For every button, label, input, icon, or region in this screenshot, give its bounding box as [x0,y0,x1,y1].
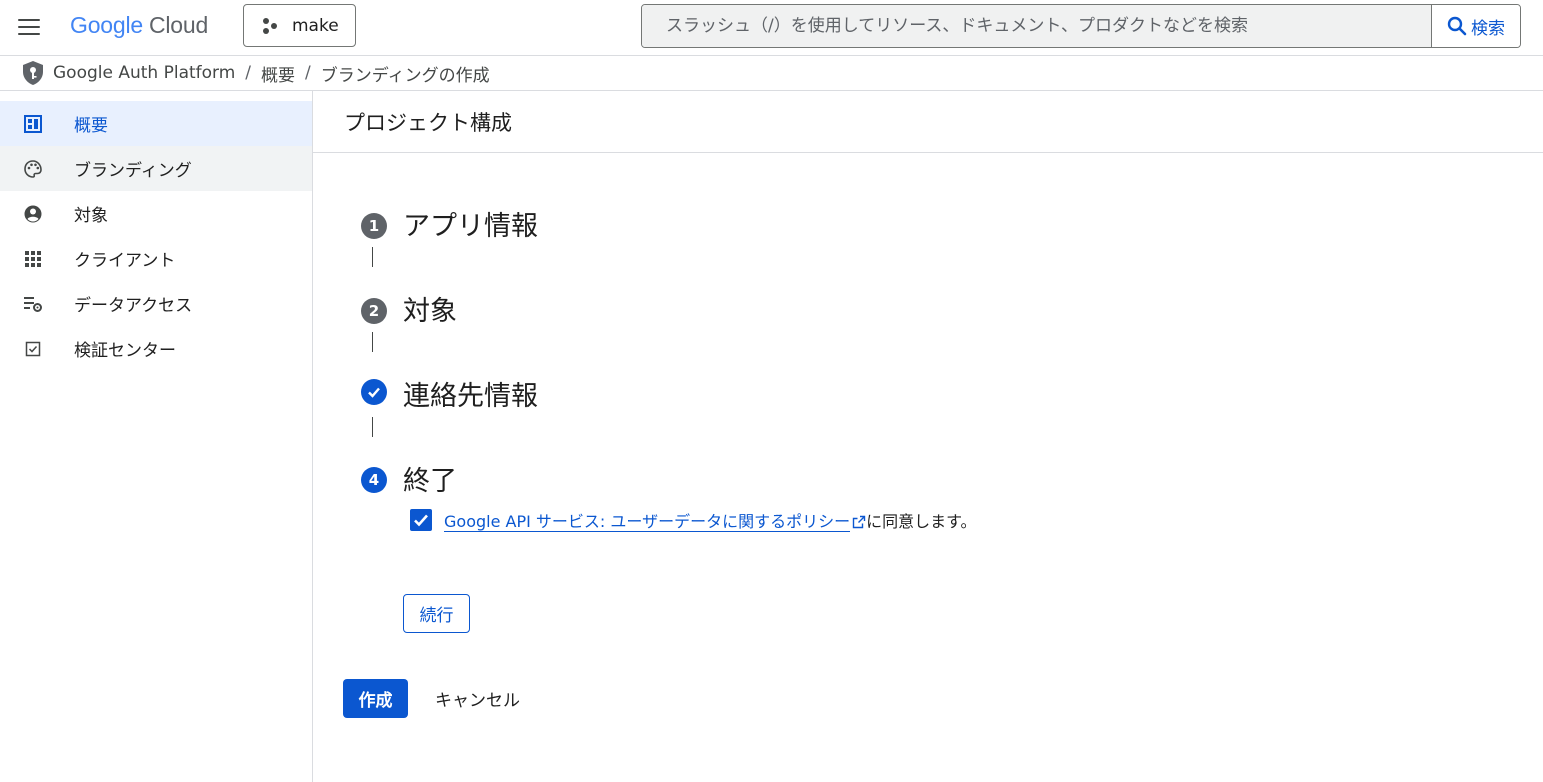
top-bar: Google Cloud make 検索 [0,0,1543,56]
continue-button[interactable]: 続行 [403,594,470,633]
step-title-app-info[interactable]: アプリ情報 [403,204,538,243]
sidebar: 概要 ブランディング 対象 クライアント データアクセス 検証センター [0,91,313,782]
step-title-finish[interactable]: 終了 [403,459,457,498]
logo-google-text: Google [70,12,143,38]
step-title-contact-info[interactable]: 連絡先情報 [403,374,538,413]
breadcrumb: Google Auth Platform / 概要 / ブランディングの作成 [0,56,1543,91]
policy-consent-label: Google API サービス: ユーザーデータに関するポリシー に同意します。 [444,509,1004,535]
account-circle-icon [22,203,44,225]
search-input[interactable] [642,5,1431,47]
step-connector [372,247,373,267]
user-data-policy-link[interactable]: Google API サービス: ユーザーデータに関するポリシー [444,512,851,532]
breadcrumb-separator: / [305,63,311,83]
breadcrumb-auth-platform[interactable]: Google Auth Platform [53,63,235,83]
external-link-icon [852,515,866,529]
sidebar-item-label: クライアント [74,251,176,271]
breadcrumb-separator: / [245,63,252,83]
sidebar-item-clients[interactable]: クライアント [0,236,312,281]
checkbox-icon [22,338,44,360]
step-connector [372,417,373,437]
project-picker-button[interactable]: make [243,4,356,47]
sidebar-item-overview[interactable]: 概要 [0,101,312,146]
sidebar-item-label: 検証センター [74,341,176,361]
dashboard-icon [22,113,44,135]
page-title: プロジェクト構成 [313,91,1543,153]
sidebar-item-label: データアクセス [74,296,193,316]
sidebar-item-label: ブランディング [74,161,192,181]
sidebar-item-audience[interactable]: 対象 [0,191,312,236]
project-name: make [292,15,339,36]
sidebar-item-label: 概要 [74,116,108,136]
sidebar-item-verification-center[interactable]: 検証センター [0,326,312,371]
step-title-audience[interactable]: 対象 [403,289,457,328]
search-button-label: 検索 [1471,18,1505,39]
search-bar: 検索 [641,4,1521,48]
step-number-badge: 1 [361,213,387,239]
hamburger-menu-icon[interactable] [14,12,44,42]
step-complete-check-icon [361,379,387,405]
step-connector [372,332,373,352]
palette-icon [22,158,44,180]
breadcrumb-overview[interactable]: 概要 [261,61,295,86]
search-button[interactable]: 検索 [1431,5,1520,47]
checkmark-icon [414,514,428,527]
apps-grid-icon [22,248,44,270]
list-settings-icon [22,293,44,315]
google-cloud-logo[interactable]: Google Cloud [70,10,208,40]
step-number-badge: 4 [361,467,387,493]
step-number-badge: 2 [361,298,387,324]
consent-suffix-text: に同意します。 [866,512,977,531]
sidebar-item-data-access[interactable]: データアクセス [0,281,312,326]
policy-consent-checkbox[interactable] [410,509,432,531]
sidebar-item-branding[interactable]: ブランディング [0,146,312,191]
breadcrumb-create-branding: ブランディングの作成 [320,65,490,86]
project-nodes-icon [263,17,277,34]
auth-shield-icon [23,61,43,85]
create-button[interactable]: 作成 [343,679,408,718]
search-icon [1447,16,1467,36]
logo-cloud-text: Cloud [148,12,209,38]
sidebar-item-label: 対象 [74,206,108,226]
cancel-button[interactable]: キャンセル [420,679,535,718]
